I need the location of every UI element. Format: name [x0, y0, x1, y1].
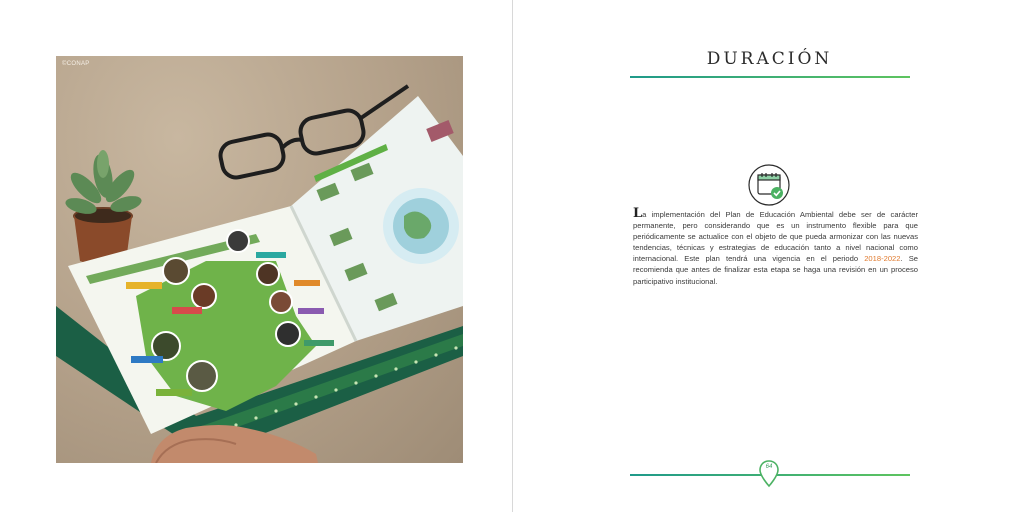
page-number: 64: [765, 464, 773, 470]
body-paragraph: La implementación del Plan de Educación …: [633, 206, 918, 287]
drop-cap: L: [633, 206, 643, 221]
book-photo: ©CONAP: [56, 56, 463, 463]
right-page: DURACIÓN La implementación del Plan de E…: [513, 0, 1026, 512]
title-divider: [630, 76, 910, 78]
period-highlight: 2018-2022: [864, 254, 901, 264]
photo-credit: ©CONAP: [62, 61, 90, 67]
left-page: ©CONAP: [0, 0, 513, 512]
book-illustration: [56, 84, 463, 463]
page-title: DURACIÓN: [706, 49, 833, 69]
calendar-check-icon: [748, 164, 790, 206]
